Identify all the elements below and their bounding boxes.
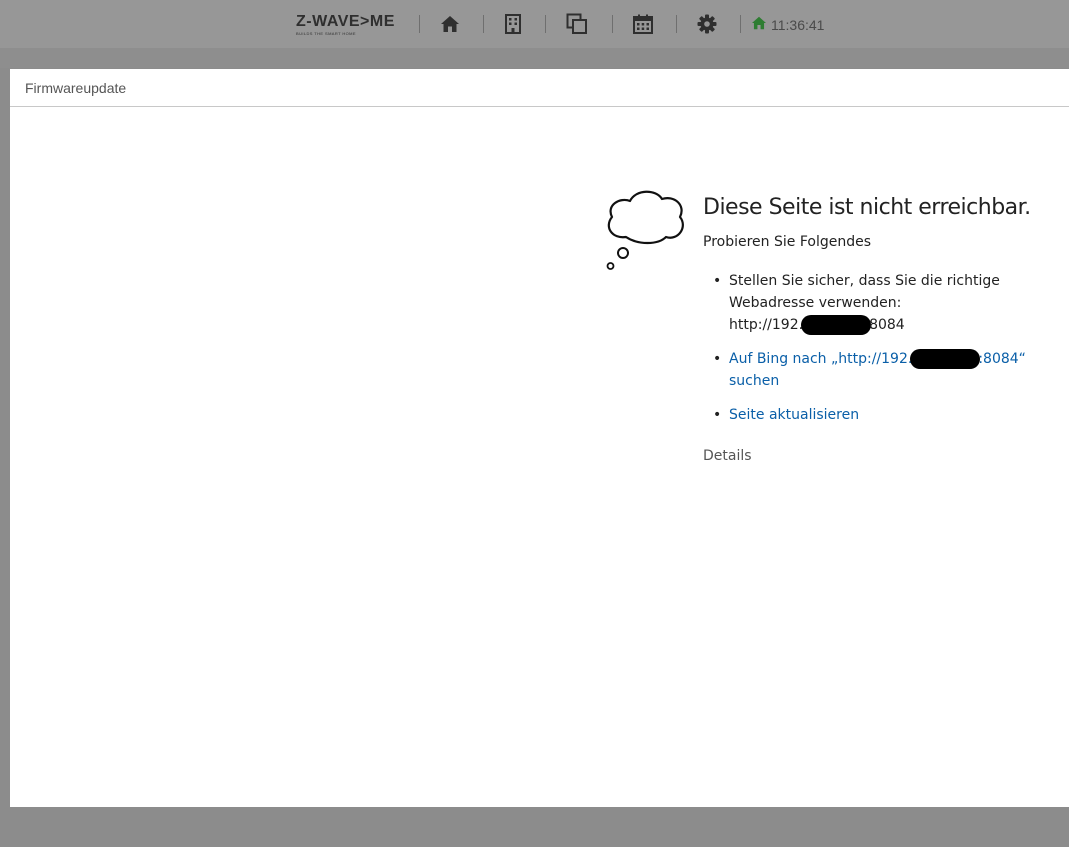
clock-time: 11:36:41 xyxy=(771,17,825,33)
navbar-backdrop xyxy=(0,48,1069,68)
elements-icon[interactable] xyxy=(565,12,589,36)
nav-separator xyxy=(483,15,484,33)
nav-separator xyxy=(612,15,613,33)
error-content: Diese Seite ist nicht erreichbar. Probie… xyxy=(703,195,1063,464)
suggestion-list: • Stellen Sie sicher, dass Sie die richt… xyxy=(703,270,1063,426)
suggestion-text-line1: Stellen Sie sicher, dass Sie die richtig… xyxy=(729,273,1000,289)
gear-icon[interactable] xyxy=(695,12,719,36)
panel-header: Firmwareupdate xyxy=(10,69,1069,107)
suggestion-refresh: • Seite aktualisieren xyxy=(703,404,1063,426)
details-button[interactable]: Details xyxy=(703,448,1063,464)
nav-separator xyxy=(545,15,546,33)
thought-cloud-icon xyxy=(594,187,694,278)
home-icon[interactable] xyxy=(438,12,462,36)
refresh-page-link[interactable]: Seite aktualisieren xyxy=(729,407,859,423)
logo-tagline: BUILDS THE SMART HOME xyxy=(296,31,356,36)
bullet: • xyxy=(713,407,722,423)
zwave-logo[interactable]: Z-WAVE>ME BUILDS THE SMART HOME xyxy=(296,14,396,38)
suggestion-bing-search: • Auf Bing nach „http://192. :8084“ suchen xyxy=(703,348,1063,392)
redaction-mark xyxy=(910,349,981,369)
bullet: • xyxy=(713,273,722,289)
error-title: Diese Seite ist nicht erreichbar. xyxy=(703,195,1031,220)
suggestion-text-line2: Webadresse verwenden: xyxy=(729,295,902,311)
bing-link-line2: suchen xyxy=(729,373,780,389)
url-start: http://192. xyxy=(729,317,804,333)
suggestion-check-address: • Stellen Sie sicher, dass Sie die richt… xyxy=(703,270,1063,336)
status-clock: 11:36:41 xyxy=(751,14,824,36)
bing-search-link[interactable]: Auf Bing nach „http://192. :8084“ suchen xyxy=(729,349,1026,389)
calendar-icon[interactable] xyxy=(631,12,655,36)
logo-text: Z-WAVE>ME xyxy=(296,13,395,30)
try-heading: Probieren Sie Folgendes xyxy=(703,234,871,250)
bing-link-start: Auf Bing nach „http://192. xyxy=(729,351,913,367)
panel-title: Firmwareupdate xyxy=(25,79,127,96)
nav-separator xyxy=(676,15,677,33)
top-navbar: Z-WAVE>ME BUILDS THE SMART HOME 11:36:41 xyxy=(0,0,1069,49)
bullet: • xyxy=(713,351,722,367)
nav-separator xyxy=(419,15,420,33)
bing-link-end: :8084“ xyxy=(978,351,1026,367)
building-icon[interactable] xyxy=(501,12,525,36)
nav-separator xyxy=(740,15,741,33)
url-end: 8084 xyxy=(869,317,905,333)
home-status-icon xyxy=(751,16,767,35)
redaction-mark xyxy=(801,315,872,335)
firmware-update-panel: Firmwareupdate Diese Seite ist nicht err… xyxy=(10,69,1069,807)
